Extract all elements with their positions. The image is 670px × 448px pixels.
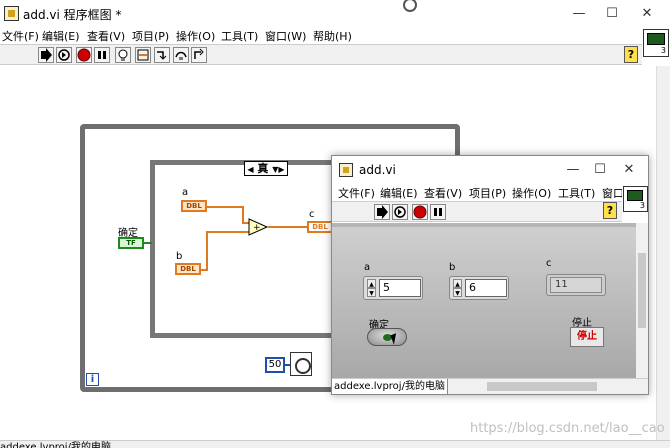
wait-ms-function-icon[interactable] bbox=[290, 352, 312, 376]
step-over-icon[interactable] bbox=[173, 47, 189, 63]
front-panel-window: add.vi — ☐ ✕ 文件(F) 编辑(E) 查看(V) 项目(P) 操作(… bbox=[331, 155, 649, 395]
wire-b-v[interactable] bbox=[206, 231, 208, 271]
control-a-label: a bbox=[364, 262, 371, 273]
case-selector-value: 真 bbox=[257, 162, 269, 175]
fp-abort-icon[interactable] bbox=[412, 204, 428, 220]
fp-status-bar: addexe.lvproj/我的电脑 bbox=[332, 378, 648, 394]
numeric-control-a[interactable]: ▲ ▼ 5 bbox=[363, 276, 423, 300]
wire-a-v[interactable] bbox=[242, 206, 244, 223]
svg-text:+: + bbox=[253, 223, 261, 233]
wire-a-h1[interactable] bbox=[207, 206, 243, 208]
case-selector-right-arrow[interactable]: ▶ bbox=[278, 165, 284, 174]
context-help-button[interactable]: ? bbox=[624, 46, 638, 63]
labview-app-icon bbox=[4, 6, 19, 21]
fp-vertical-scrollbar[interactable] bbox=[636, 223, 648, 378]
fp-vscroll-thumb[interactable] bbox=[638, 253, 646, 328]
control-b-spinner[interactable]: ▲ ▼ bbox=[453, 279, 462, 297]
run-arrow-icon[interactable] bbox=[38, 47, 54, 63]
control-a-spinner[interactable]: ▲ ▼ bbox=[367, 279, 376, 297]
main-status-bar: addexe.lvproj/我的电脑 bbox=[0, 440, 670, 448]
fp-menu-view[interactable]: 查看(V) bbox=[424, 185, 462, 201]
fp-run-continuous-icon[interactable] bbox=[392, 204, 408, 220]
fp-menu-project[interactable]: 项目(P) bbox=[469, 185, 506, 201]
menu-edit[interactable]: 编辑(E) bbox=[42, 28, 80, 44]
main-toolbar bbox=[0, 44, 642, 65]
front-panel-app-icon bbox=[339, 163, 353, 177]
numeric-control-b[interactable]: ▲ ▼ 6 bbox=[449, 276, 509, 300]
wire-sum[interactable] bbox=[268, 226, 308, 228]
loop-iteration-terminal[interactable]: i bbox=[86, 373, 99, 386]
terminal-a[interactable]: DBL bbox=[181, 200, 207, 212]
indicator-c-label: c bbox=[546, 258, 552, 269]
fp-menu-file[interactable]: 文件(F) bbox=[338, 185, 375, 201]
fp-hscroll-thumb[interactable] bbox=[487, 382, 597, 391]
fp-toolbar bbox=[332, 201, 622, 222]
wire-ok[interactable] bbox=[144, 242, 152, 244]
indicator-c-value: 11 bbox=[550, 277, 602, 293]
terminal-c-label: c bbox=[309, 209, 315, 220]
menu-view[interactable]: 查看(V) bbox=[87, 28, 125, 44]
case-selector-left-arrow[interactable]: ◀ bbox=[247, 165, 253, 174]
menu-file[interactable]: 文件(F) bbox=[2, 28, 39, 44]
control-b-value[interactable]: 6 bbox=[465, 279, 507, 297]
add-function-node[interactable]: + bbox=[248, 218, 269, 236]
vi-icon-number: 3 bbox=[660, 46, 666, 55]
terminal-ok[interactable]: TF bbox=[118, 237, 144, 249]
retain-wire-icon[interactable] bbox=[135, 47, 151, 63]
fp-pause-icon[interactable] bbox=[430, 204, 446, 220]
step-into-icon[interactable] bbox=[154, 47, 170, 63]
ok-button[interactable] bbox=[367, 328, 407, 346]
fp-menu-edit[interactable]: 编辑(E) bbox=[380, 185, 418, 201]
fp-minimize-button[interactable]: — bbox=[559, 161, 587, 179]
menu-project[interactable]: 项目(P) bbox=[132, 28, 169, 44]
terminal-b[interactable]: DBL bbox=[175, 263, 201, 275]
drag-handle-circle[interactable] bbox=[403, 0, 417, 12]
fp-context-help-button[interactable]: ? bbox=[603, 202, 617, 219]
fp-maximize-button[interactable]: ☐ bbox=[586, 161, 614, 179]
minimize-button[interactable]: — bbox=[564, 4, 594, 24]
main-vertical-scrollbar[interactable] bbox=[656, 66, 670, 440]
control-a-value[interactable]: 5 bbox=[379, 279, 421, 297]
window-title: add.vi 程序框图 * bbox=[23, 8, 122, 22]
fp-vi-icon-number: 3 bbox=[639, 201, 645, 210]
front-panel-title-bar: add.vi — ☐ ✕ bbox=[332, 156, 648, 184]
terminal-c[interactable]: DBL bbox=[307, 221, 333, 233]
menu-tools[interactable]: 工具(T) bbox=[221, 28, 258, 44]
fp-menu-bar: 文件(F) 编辑(E) 查看(V) 项目(P) 操作(O) 工具(T) 窗口 bbox=[332, 184, 622, 201]
terminal-a-label: a bbox=[182, 187, 189, 198]
terminal-b-label: b bbox=[176, 251, 183, 262]
vi-connector-icon[interactable]: 3 bbox=[643, 29, 669, 57]
menu-help[interactable]: 帮助(H) bbox=[313, 28, 352, 44]
abort-icon[interactable] bbox=[76, 47, 92, 63]
wire-b-h2[interactable] bbox=[206, 231, 250, 233]
wait-ms-constant[interactable]: 50 bbox=[265, 357, 285, 373]
main-project-path: addexe.lvproj/我的电脑 bbox=[0, 442, 111, 448]
numeric-indicator-c: 11 bbox=[546, 274, 606, 296]
front-panel-title: add.vi bbox=[359, 163, 396, 177]
fp-project-path: addexe.lvproj/我的电脑 bbox=[332, 379, 448, 394]
watermark-text: https://blog.csdn.net/lao__cao bbox=[470, 421, 665, 436]
run-continuous-icon[interactable] bbox=[56, 47, 72, 63]
highlight-bulb-icon[interactable] bbox=[115, 47, 131, 63]
fp-close-button[interactable]: ✕ bbox=[615, 161, 643, 179]
close-button[interactable]: ✕ bbox=[632, 4, 662, 24]
fp-vi-connector-icon[interactable]: 3 bbox=[623, 186, 648, 212]
step-out-icon[interactable] bbox=[191, 47, 207, 63]
menu-window[interactable]: 窗口(W) bbox=[265, 28, 306, 44]
control-b-label: b bbox=[449, 262, 456, 273]
fp-menu-operate[interactable]: 操作(O) bbox=[512, 185, 551, 201]
front-panel-canvas[interactable]: a ▲ ▼ 5 b ▲ ▼ 6 c 11 确定 停止 停止 bbox=[332, 223, 636, 378]
main-title-bar: add.vi 程序框图 * — ☐ ✕ bbox=[0, 0, 670, 27]
fp-menu-window[interactable]: 窗口 bbox=[602, 185, 622, 201]
fp-menu-tools[interactable]: 工具(T) bbox=[558, 185, 595, 201]
menu-operate[interactable]: 操作(O) bbox=[176, 28, 215, 44]
main-menu-bar: 文件(F) 编辑(E) 查看(V) 项目(P) 操作(O) 工具(T) 窗口(W… bbox=[0, 27, 642, 44]
pause-icon[interactable] bbox=[94, 47, 110, 63]
fp-run-arrow-icon[interactable] bbox=[374, 204, 390, 220]
stop-button[interactable]: 停止 bbox=[570, 327, 604, 347]
maximize-button[interactable]: ☐ bbox=[597, 4, 627, 24]
case-selector-label[interactable]: ◀ 真 ▼▶ bbox=[244, 161, 288, 176]
